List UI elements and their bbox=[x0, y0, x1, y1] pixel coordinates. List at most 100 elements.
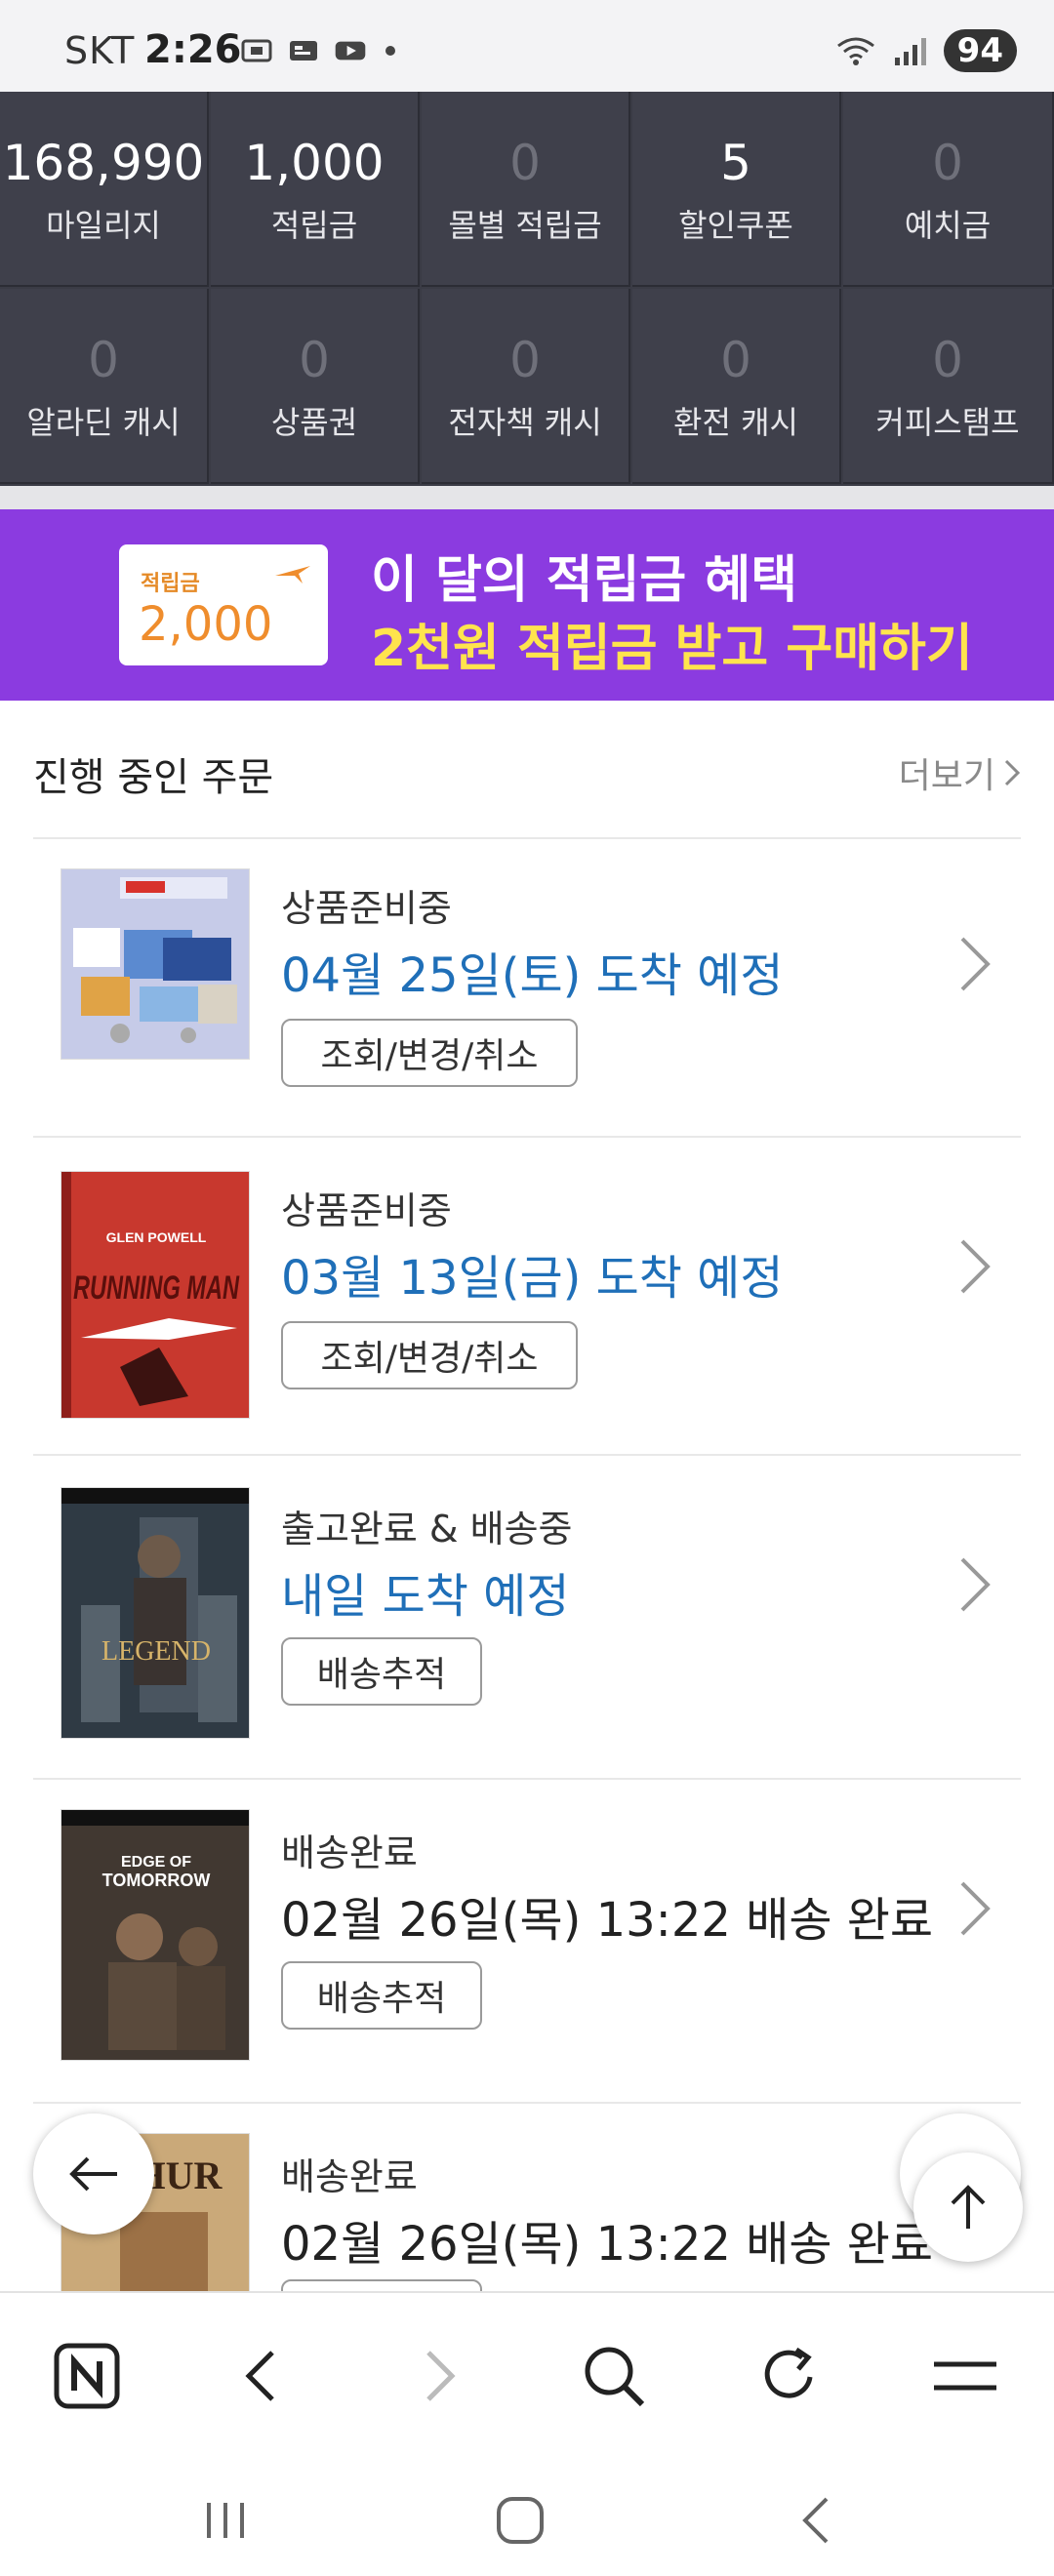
coupon-card: 적립금 2,000 bbox=[119, 544, 328, 665]
menu-icon bbox=[934, 2361, 996, 2391]
order-manage-button[interactable]: 조회/변경/취소 bbox=[281, 1019, 578, 1087]
point-value: 0 bbox=[299, 332, 330, 388]
point-value: 0 bbox=[932, 135, 963, 191]
signal-icon bbox=[894, 38, 926, 65]
point-gift-card[interactable]: 0 상품권 bbox=[211, 289, 420, 484]
airplane-icon bbox=[275, 566, 310, 584]
point-ebook-cash[interactable]: 0 전자책 캐시 bbox=[422, 289, 630, 484]
order-eta: 04월 25일(토) 도착 예정 bbox=[281, 948, 784, 1003]
back-fab[interactable] bbox=[33, 2113, 154, 2234]
chevron-right-icon bbox=[960, 1881, 991, 1936]
order-item[interactable]: HUR 배송완료 02월 26일(목) 13:22 배송 완료 bbox=[33, 2104, 1021, 2291]
product-image: GLEN POWELL RUNNING MAN bbox=[61, 1172, 249, 1418]
point-value: 0 bbox=[720, 332, 751, 388]
chevron-right-icon bbox=[1004, 759, 1021, 786]
product-thumbnail: LEGEND bbox=[61, 1487, 250, 1739]
battery-badge: 94 bbox=[943, 29, 1017, 72]
point-label: 적립금 bbox=[270, 207, 358, 244]
chevron-right-icon bbox=[960, 937, 991, 991]
point-value: 0 bbox=[509, 332, 541, 388]
point-label: 알라딘 캐시 bbox=[26, 404, 181, 441]
thumb-title: RUNNING MAN bbox=[73, 1269, 240, 1307]
points-summary: 168,990 마일리지 1,000 적립금 0 몰별 적립금 5 할인쿠폰 0… bbox=[0, 92, 1054, 486]
home-icon bbox=[497, 2497, 544, 2544]
status-bar: SKT 2:26 94 bbox=[0, 0, 1054, 92]
scroll-top-button[interactable] bbox=[913, 2153, 1023, 2262]
screenshot-icon bbox=[241, 39, 272, 62]
order-eta: 03월 13일(금) 도착 예정 bbox=[281, 1251, 784, 1306]
product-thumbnail: EDGE OF TOMORROW bbox=[61, 1809, 250, 2061]
clock: 2:26 bbox=[144, 27, 242, 72]
system-nav-bar bbox=[0, 2457, 1054, 2576]
more-link[interactable]: 더보기 bbox=[899, 747, 1021, 798]
browser-back-button[interactable] bbox=[217, 2332, 304, 2420]
browser-forward-button[interactable] bbox=[396, 2332, 484, 2420]
order-eta: 02월 26일(목) 13:22 배송 완료 bbox=[281, 1893, 934, 1948]
divider bbox=[0, 486, 1054, 509]
point-label: 할인쿠폰 bbox=[678, 207, 793, 244]
track-delivery-button[interactable] bbox=[281, 2279, 482, 2291]
order-eta: 02월 26일(목) 13:22 배송 완료 bbox=[281, 2217, 934, 2272]
point-label: 전자책 캐시 bbox=[448, 404, 602, 441]
point-mall-reserve[interactable]: 0 몰별 적립금 bbox=[422, 92, 630, 287]
point-reserve[interactable]: 1,000 적립금 bbox=[211, 92, 420, 287]
point-label: 환전 캐시 bbox=[673, 404, 798, 441]
section-title: 진행 중인 주문 bbox=[33, 755, 274, 800]
order-status: 배송완료 bbox=[281, 2155, 418, 2198]
order-status: 출고완료 & 배송중 bbox=[281, 1508, 573, 1550]
track-delivery-button[interactable]: 배송추적 bbox=[281, 1961, 482, 2030]
naver-n-icon bbox=[54, 2343, 120, 2409]
point-label: 몰별 적립금 bbox=[448, 207, 602, 244]
banner-subline: 2천원 적립금 받고 구매하기 bbox=[371, 620, 973, 678]
order-status: 상품준비중 bbox=[281, 1189, 452, 1232]
recent-apps-icon bbox=[207, 2503, 244, 2538]
order-item[interactable]: GLEN POWELL RUNNING MAN 상품준비중 03월 13일(금)… bbox=[33, 1138, 1021, 1454]
point-label: 상품권 bbox=[270, 404, 358, 441]
point-coupon[interactable]: 5 할인쿠폰 bbox=[632, 92, 841, 287]
banner-headline: 이 달의 적립금 혜택 bbox=[371, 551, 798, 610]
naver-home-button[interactable] bbox=[43, 2332, 131, 2420]
refresh-icon bbox=[764, 2347, 813, 2398]
point-exchange-cash[interactable]: 0 환전 캐시 bbox=[632, 289, 841, 484]
browser-refresh-button[interactable] bbox=[746, 2332, 833, 2420]
system-back-button[interactable] bbox=[771, 2486, 859, 2555]
back-arrow-icon bbox=[69, 2156, 117, 2192]
point-mileage[interactable]: 168,990 마일리지 bbox=[0, 92, 209, 287]
point-value: 1,000 bbox=[244, 135, 385, 191]
order-item[interactable]: LEGEND 출고완료 & 배송중 내일 도착 예정 배송추적 bbox=[33, 1456, 1021, 1778]
thumb-text: GLEN POWELL bbox=[106, 1229, 207, 1245]
recent-apps-button[interactable] bbox=[182, 2486, 269, 2555]
browser-search-button[interactable] bbox=[570, 2332, 658, 2420]
order-status: 배송완료 bbox=[281, 1831, 418, 1874]
point-aladin-cash[interactable]: 0 알라딘 캐시 bbox=[0, 289, 209, 484]
order-status: 상품준비중 bbox=[281, 887, 452, 930]
coupon-label: 적립금 bbox=[141, 572, 200, 596]
point-value: 168,990 bbox=[2, 135, 205, 191]
order-item[interactable]: 상품준비중 04월 25일(토) 도착 예정 조회/변경/취소 bbox=[33, 839, 1021, 1136]
point-deposit[interactable]: 0 예치금 bbox=[843, 92, 1054, 287]
point-label: 커피스탬프 bbox=[875, 404, 1020, 441]
chevron-right-icon bbox=[960, 1557, 991, 1612]
track-delivery-button[interactable]: 배송추적 bbox=[281, 1637, 482, 1706]
browser-menu-button[interactable] bbox=[921, 2332, 1009, 2420]
carrier-label: SKT bbox=[64, 29, 136, 72]
thumb-text: EDGE OF bbox=[121, 1854, 191, 1871]
system-status: 94 bbox=[834, 29, 1017, 72]
product-image: LEGEND bbox=[61, 1488, 249, 1738]
promo-banner[interactable]: 적립금 2,000 이 달의 적립금 혜택 2천원 적립금 받고 구매하기 bbox=[0, 509, 1054, 701]
order-manage-button[interactable]: 조회/변경/취소 bbox=[281, 1321, 578, 1389]
product-thumbnail bbox=[61, 868, 250, 1060]
order-eta: 내일 도착 예정 bbox=[281, 1569, 570, 1624]
point-label: 마일리지 bbox=[46, 207, 161, 244]
home-button[interactable] bbox=[476, 2486, 564, 2555]
forward-icon bbox=[426, 2351, 456, 2401]
point-value: 0 bbox=[509, 135, 541, 191]
scroll-top-icon bbox=[951, 2185, 986, 2229]
point-value: 0 bbox=[932, 332, 963, 388]
point-label: 예치금 bbox=[904, 207, 992, 244]
dot-icon bbox=[385, 46, 395, 56]
order-item[interactable]: EDGE OF TOMORROW 배송완료 02월 26일(목) 13:22 배… bbox=[33, 1780, 1021, 2102]
back-icon bbox=[245, 2351, 274, 2401]
point-value: 5 bbox=[720, 135, 751, 191]
point-coffee-stamp[interactable]: 0 커피스탬프 bbox=[843, 289, 1054, 484]
